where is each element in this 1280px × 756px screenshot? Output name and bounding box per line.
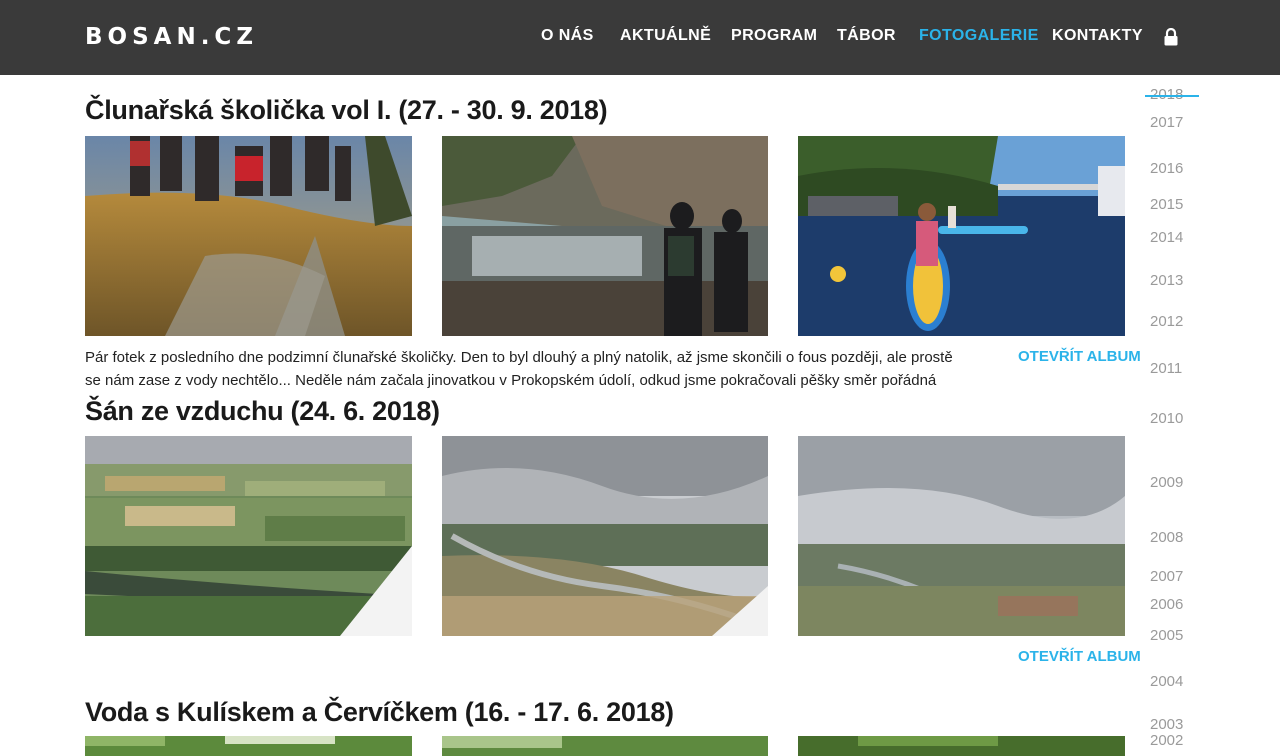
open-album-link[interactable]: OTEVŘÍT ALBUM bbox=[1018, 348, 1141, 365]
album-photo[interactable] bbox=[85, 436, 412, 636]
album-photo[interactable] bbox=[798, 736, 1125, 756]
treetops-photo-2 bbox=[442, 736, 768, 756]
year-link-2017[interactable]: 2017 bbox=[1150, 114, 1183, 131]
year-link-2005[interactable]: 2005 bbox=[1150, 627, 1183, 644]
nav-item-fotogalerie[interactable]: FOTOGALERIE bbox=[919, 27, 1039, 45]
nav-item-tabor[interactable]: TÁBOR bbox=[837, 27, 896, 45]
nav-item-program[interactable]: PROGRAM bbox=[731, 27, 817, 45]
album-title[interactable]: Voda s Kulískem a Červíčkem (16. - 17. 6… bbox=[85, 697, 674, 728]
year-link-2010[interactable]: 2010 bbox=[1150, 410, 1183, 427]
year-timeline: 2018 2017 2016 2015 2014 2013 2012 2011 … bbox=[1140, 80, 1220, 756]
aerial-overcast-landscape-photo bbox=[798, 436, 1125, 636]
year-link-2008[interactable]: 2008 bbox=[1150, 529, 1183, 546]
timeline-current-marker bbox=[1145, 95, 1199, 97]
nav-item-kontakty[interactable]: KONTAKTY bbox=[1052, 27, 1143, 45]
treetops-photo-3 bbox=[798, 736, 1125, 756]
album-photo[interactable] bbox=[85, 736, 412, 756]
aerial-fields-river-photo bbox=[85, 436, 412, 636]
album-photo[interactable] bbox=[442, 136, 768, 336]
year-link-2011[interactable]: 2011 bbox=[1150, 360, 1182, 377]
year-link-2004[interactable]: 2004 bbox=[1150, 673, 1183, 690]
nav-item-aktualne[interactable]: AKTUÁLNĚ bbox=[620, 27, 711, 45]
year-link-2013[interactable]: 2013 bbox=[1150, 272, 1183, 289]
year-link-2007[interactable]: 2007 bbox=[1150, 568, 1183, 585]
lock-icon[interactable] bbox=[1163, 28, 1179, 46]
year-link-2012[interactable]: 2012 bbox=[1150, 313, 1183, 330]
group-on-hill-sunset-photo bbox=[85, 136, 412, 336]
aerial-cloudy-river-valley-photo bbox=[442, 436, 768, 636]
album-photo[interactable] bbox=[798, 136, 1125, 336]
year-link-2003[interactable]: 2003 bbox=[1150, 716, 1183, 733]
treetops-photo-1 bbox=[85, 736, 412, 756]
nav-item-o-nas[interactable]: O NÁS bbox=[541, 27, 594, 45]
year-link-2015[interactable]: 2015 bbox=[1150, 196, 1183, 213]
year-link-2014[interactable]: 2014 bbox=[1150, 229, 1183, 246]
album-photo[interactable] bbox=[442, 736, 768, 756]
album-photo[interactable] bbox=[442, 436, 768, 636]
year-link-2009[interactable]: 2009 bbox=[1150, 474, 1183, 491]
year-link-2002[interactable]: 2002 bbox=[1150, 732, 1183, 749]
open-album-link[interactable]: OTEVŘÍT ALBUM bbox=[1018, 648, 1141, 665]
album-title[interactable]: Člunařská školička vol I. (27. - 30. 9. … bbox=[85, 95, 608, 126]
album-photo[interactable] bbox=[798, 436, 1125, 636]
site-logo[interactable]: BOSAN.CZ bbox=[85, 24, 258, 50]
album-description: Pár fotek z posledního dne podzimní člun… bbox=[85, 349, 953, 389]
quarry-lake-reflection-photo bbox=[442, 136, 768, 336]
paddleboard-river-photo bbox=[798, 136, 1125, 336]
top-navigation-bar: BOSAN.CZ O NÁS AKTUÁLNĚ PROGRAM TÁBOR FO… bbox=[0, 0, 1280, 75]
year-link-2016[interactable]: 2016 bbox=[1150, 160, 1183, 177]
album-photo[interactable] bbox=[85, 136, 412, 336]
year-link-2006[interactable]: 2006 bbox=[1150, 596, 1183, 613]
album-title[interactable]: Šán ze vzduchu (24. 6. 2018) bbox=[85, 396, 440, 427]
